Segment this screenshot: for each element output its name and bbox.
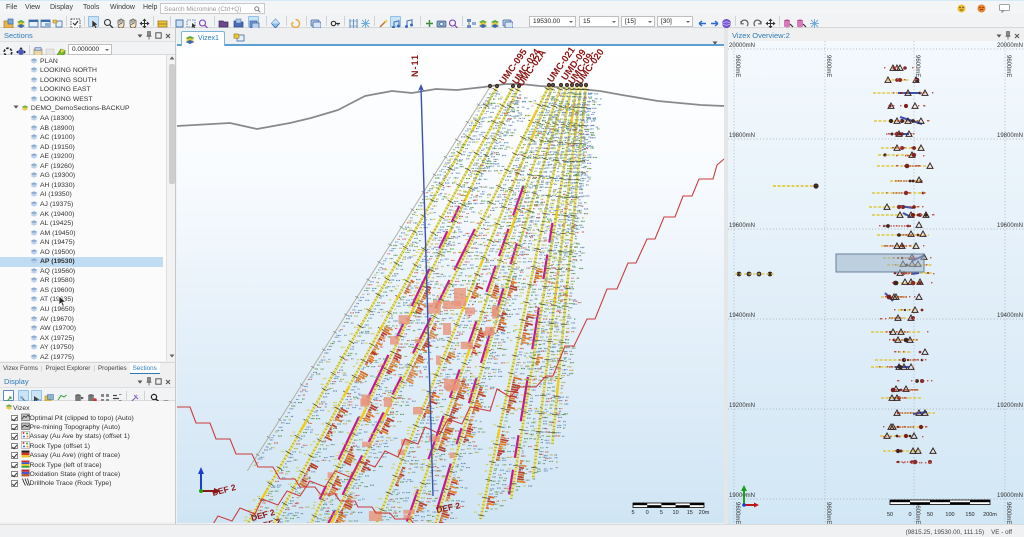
svg-text:9600mE: 9600mE [914,55,920,77]
svg-text:19400mN: 19400mN [997,313,1023,319]
svg-text:N-11: N-11 [410,54,420,77]
svg-text:9600mE: 9600mE [914,502,920,524]
svg-text:10: 10 [673,510,679,516]
svg-text:19800mN: 19800mN [729,133,755,139]
svg-text:9600mE: 9600mE [1005,55,1011,77]
svg-text:19200mN: 19200mN [729,403,755,409]
svg-text:200m: 200m [983,512,997,518]
svg-text:9600mE: 9600mE [734,502,740,524]
svg-text:15: 15 [687,510,693,516]
svg-text:5: 5 [660,510,663,516]
svg-text:19600mN: 19600mN [997,223,1023,229]
svg-text:0: 0 [646,510,649,516]
svg-text:50: 50 [887,512,893,518]
svg-text:19800mN: 19800mN [997,133,1023,139]
svg-text:20m: 20m [699,510,710,516]
svg-text:50: 50 [927,512,933,518]
svg-text:19000mN: 19000mN [997,493,1023,499]
svg-text:19200mN: 19200mN [997,403,1023,409]
svg-text:20000mN: 20000mN [997,43,1023,49]
svg-text:19000mN: 19000mN [729,493,755,499]
svg-text:9600mE: 9600mE [734,55,740,77]
svg-text:0: 0 [908,512,911,518]
svg-text:20000mN: 20000mN [729,43,755,49]
svg-text:19600mN: 19600mN [729,223,755,229]
svg-text:5: 5 [631,510,634,516]
svg-text:9600mE: 9600mE [825,55,831,77]
svg-text:9600mE: 9600mE [1005,502,1011,524]
svg-text:150: 150 [965,512,974,518]
svg-text:100: 100 [945,512,954,518]
svg-text:19400mN: 19400mN [729,313,755,319]
svg-text:9600mE: 9600mE [825,502,831,524]
